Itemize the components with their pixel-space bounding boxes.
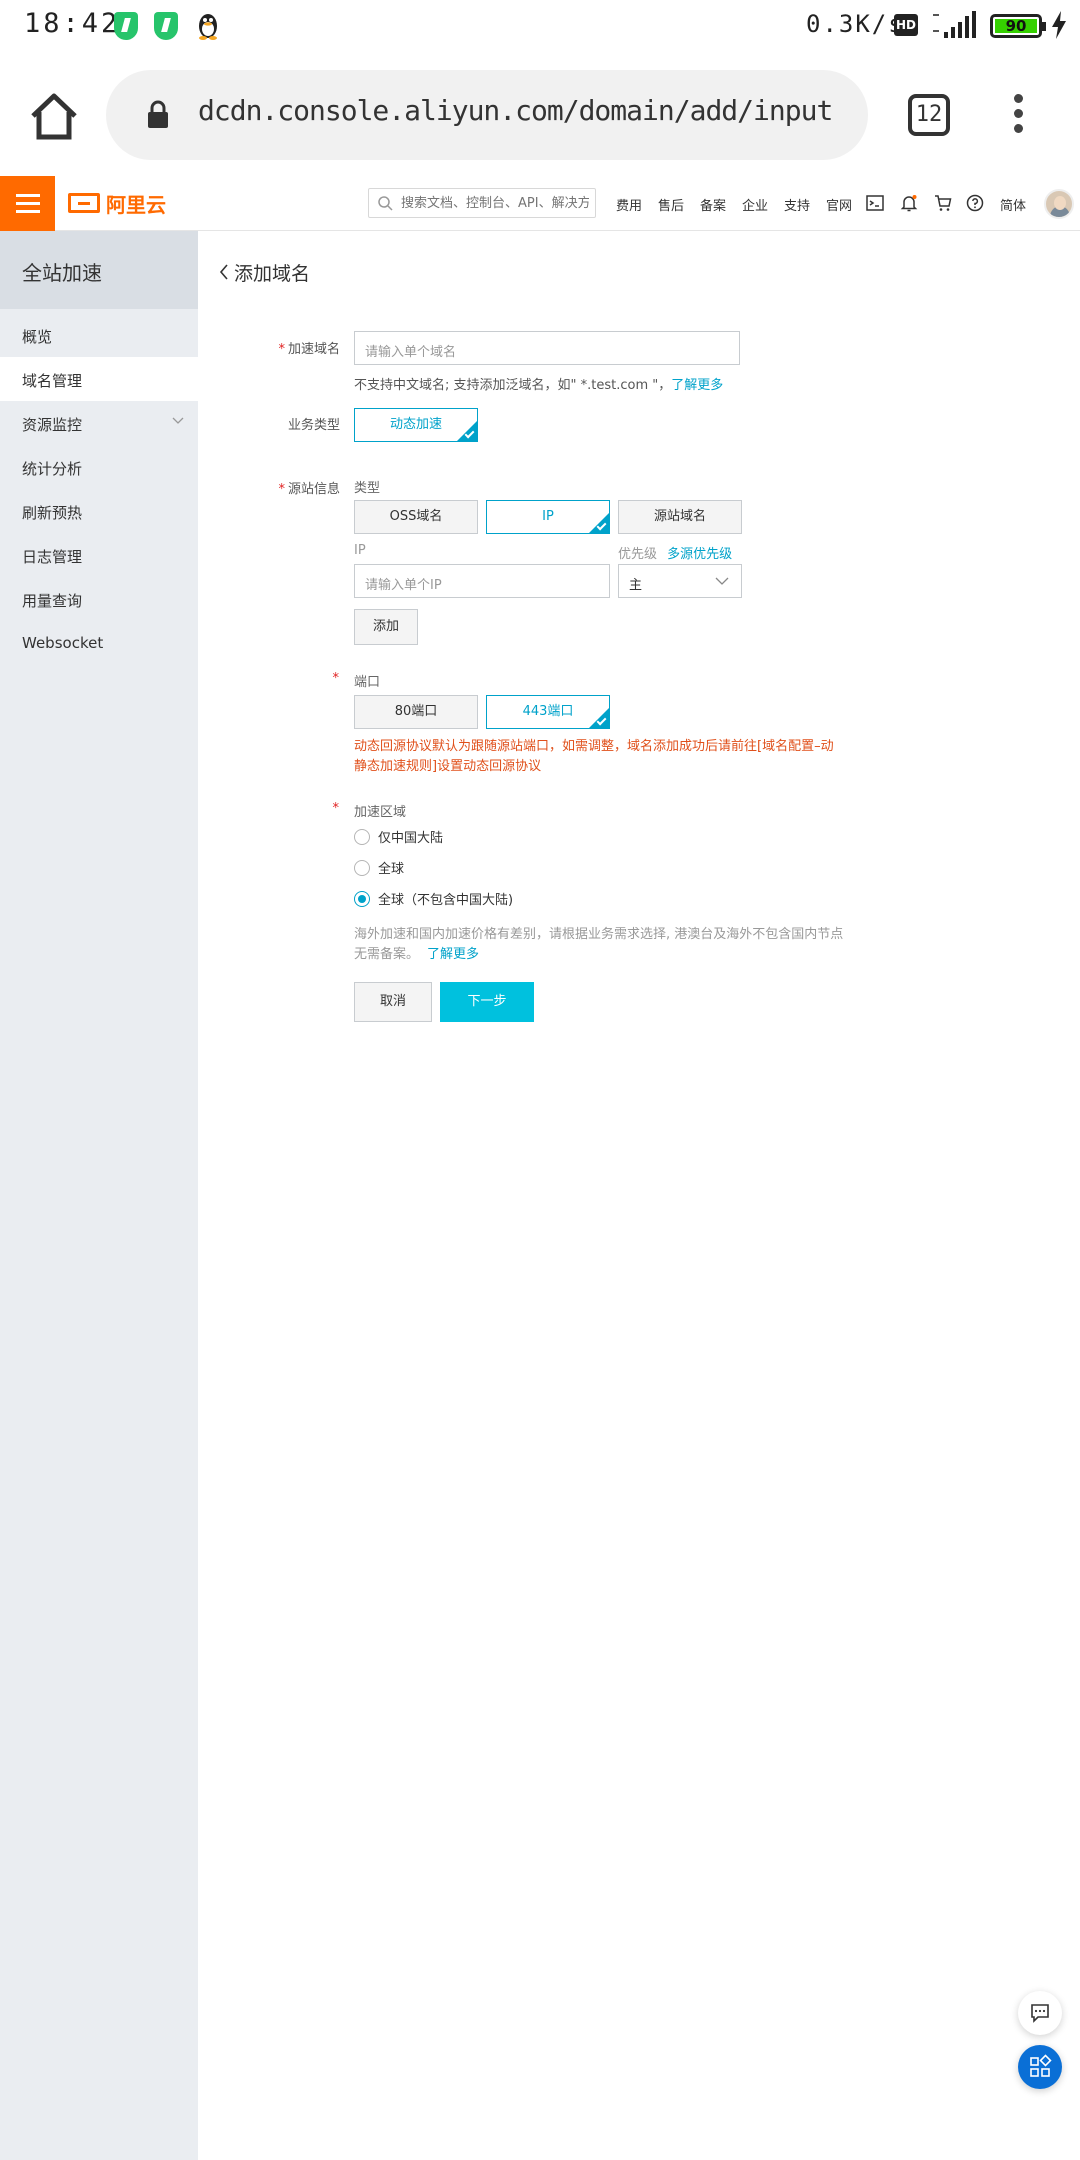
sidebar-item-websocket[interactable]: Websocket: [0, 621, 198, 665]
terminal-icon[interactable]: [866, 194, 884, 212]
origin-type-domain[interactable]: 源站域名: [618, 500, 742, 534]
signal-strength-icon: [933, 11, 976, 38]
quick-apps-button[interactable]: [1018, 2045, 1062, 2089]
next-step-button[interactable]: 下一步: [440, 982, 534, 1022]
port-80-option[interactable]: 80端口: [354, 695, 478, 729]
aliyun-logo-mark: [68, 193, 100, 213]
multi-origin-priority-link[interactable]: 多源优先级: [667, 547, 732, 562]
domain-hint: 不支持中文域名; 支持添加泛域名，如" *.test.com "，了解更多: [354, 378, 724, 393]
language-switch[interactable]: 简体: [1000, 195, 1026, 214]
charging-bolt-icon: [1052, 11, 1066, 39]
sidebar-item-analytics[interactable]: 统计分析: [0, 445, 198, 489]
url-text[interactable]: dcdn.console.aliyun.com/domain/add/input: [198, 94, 833, 127]
sidebar-item-logs[interactable]: 日志管理: [0, 533, 198, 577]
logo-text: 阿里云: [106, 192, 166, 217]
search-icon: [378, 196, 393, 211]
clock: 18:42: [24, 8, 121, 39]
avatar[interactable]: [1044, 189, 1074, 219]
port-required-mark: *: [332, 671, 340, 686]
lock-icon: [148, 100, 168, 128]
qq-penguin-icon: [199, 14, 217, 40]
chat-icon: [1031, 2004, 1049, 2023]
tab-switcher-button[interactable]: 12: [908, 94, 950, 136]
battery-level: 90: [995, 19, 1037, 34]
hd-voice-badge: HD: [894, 14, 918, 36]
nav-link-official-site[interactable]: 官网: [826, 195, 852, 214]
status-bar: 18:42 0.3K/s HD 90: [0, 0, 1080, 52]
sidebar-item-refresh[interactable]: 刷新预热: [0, 489, 198, 533]
security-shield-icon: [114, 12, 138, 40]
nav-link-fees[interactable]: 费用: [616, 195, 642, 214]
chevron-left-icon: [219, 264, 228, 280]
port-label: 端口: [354, 675, 381, 690]
region-label: 加速区域: [354, 805, 407, 820]
address-bar[interactable]: dcdn.console.aliyun.com/domain/add/input: [106, 70, 868, 160]
radio-button-selected[interactable]: [354, 890, 370, 907]
region-note: 海外加速和国内加速价格有差别，请根据业务需求选择, 港澳台及海外不包含国内节点 …: [354, 927, 844, 962]
region-learn-more-link[interactable]: 了解更多: [427, 947, 479, 962]
chevron-down-icon: [172, 417, 184, 424]
notification-bell-icon[interactable]: [900, 194, 918, 212]
business-type-dynamic[interactable]: 动态加速: [354, 408, 478, 442]
origin-type-label: 类型: [354, 481, 381, 496]
nav-link-enterprise[interactable]: 企业: [742, 195, 768, 214]
region-option-global-excl-mainland[interactable]: 全球（不包含中国大陆): [354, 889, 513, 908]
origin-label: * 源站信息: [278, 482, 340, 497]
domain-input[interactable]: 请输入单个域名: [354, 331, 740, 365]
cancel-button[interactable]: 取消: [354, 982, 432, 1022]
chevron-down-icon: [715, 577, 729, 585]
port-warning: 动态回源协议默认为跟随源站端口，如需调整，域名添加成功后请前往[域名配置–动 静…: [354, 739, 834, 774]
home-icon[interactable]: [28, 92, 80, 142]
radio-button[interactable]: [354, 828, 370, 845]
radio-button[interactable]: [354, 859, 370, 876]
priority-select[interactable]: 主: [618, 564, 742, 598]
feedback-button[interactable]: [1018, 1991, 1062, 2035]
page-title: 添加域名: [234, 262, 311, 285]
main-content: 添加域名 * 加速域名 请输入单个域名 不支持中文域名; 支持添加泛域名，如" *…: [198, 231, 1080, 2160]
console-top-nav: 阿里云 费用 售后 备案 企业 支持 官网 简体: [0, 176, 1080, 231]
business-type-label: 业务类型: [287, 418, 340, 433]
region-required-mark: *: [332, 801, 340, 816]
help-icon[interactable]: [966, 194, 984, 212]
browser-toolbar: dcdn.console.aliyun.com/domain/add/input…: [0, 52, 1080, 176]
cart-icon[interactable]: [934, 194, 952, 212]
ip-input[interactable]: 请输入单个IP: [354, 564, 610, 598]
sidebar-item-domains[interactable]: 域名管理: [0, 357, 198, 401]
aliyun-logo[interactable]: 阿里云: [68, 189, 166, 217]
sidebar-item-usage[interactable]: 用量查询: [0, 577, 198, 621]
nav-link-icp[interactable]: 备案: [700, 195, 726, 214]
learn-more-link[interactable]: 了解更多: [671, 378, 723, 393]
sidebar-title: 全站加速: [0, 231, 198, 309]
sidebar-item-label: 资源监控: [22, 416, 83, 434]
back-link[interactable]: 添加域名: [218, 257, 310, 287]
origin-type-ip[interactable]: IP: [486, 500, 610, 534]
network-speed: 0.3K/s: [806, 10, 905, 38]
domain-label: * 加速域名: [278, 342, 340, 357]
origin-type-oss[interactable]: OSS域名: [354, 500, 478, 534]
add-origin-button[interactable]: 添加: [354, 609, 418, 645]
nav-link-support[interactable]: 支持: [784, 195, 810, 214]
sidebar-item-monitoring[interactable]: 资源监控: [0, 401, 198, 445]
sidebar: 全站加速 概览 域名管理 资源监控 统计分析 刷新预热 日志管理 用量查询 We…: [0, 231, 198, 2160]
sidebar-item-overview[interactable]: 概览: [0, 313, 198, 357]
battery-icon: 90: [990, 14, 1046, 38]
more-menu-icon[interactable]: [1006, 94, 1030, 136]
priority-label: 优先级 多源优先级: [618, 547, 733, 562]
nav-link-aftersales[interactable]: 售后: [658, 195, 684, 214]
region-option-global[interactable]: 全球: [354, 858, 404, 877]
hamburger-menu-icon[interactable]: [0, 176, 55, 231]
console-search[interactable]: [368, 188, 596, 218]
region-option-mainland[interactable]: 仅中国大陆: [354, 827, 443, 846]
ip-label: IP: [354, 543, 366, 558]
search-input[interactable]: [401, 193, 589, 213]
security-shield-icon: [154, 12, 178, 40]
apps-grid-icon: [1030, 2054, 1052, 2077]
port-443-option[interactable]: 443端口: [486, 695, 610, 729]
